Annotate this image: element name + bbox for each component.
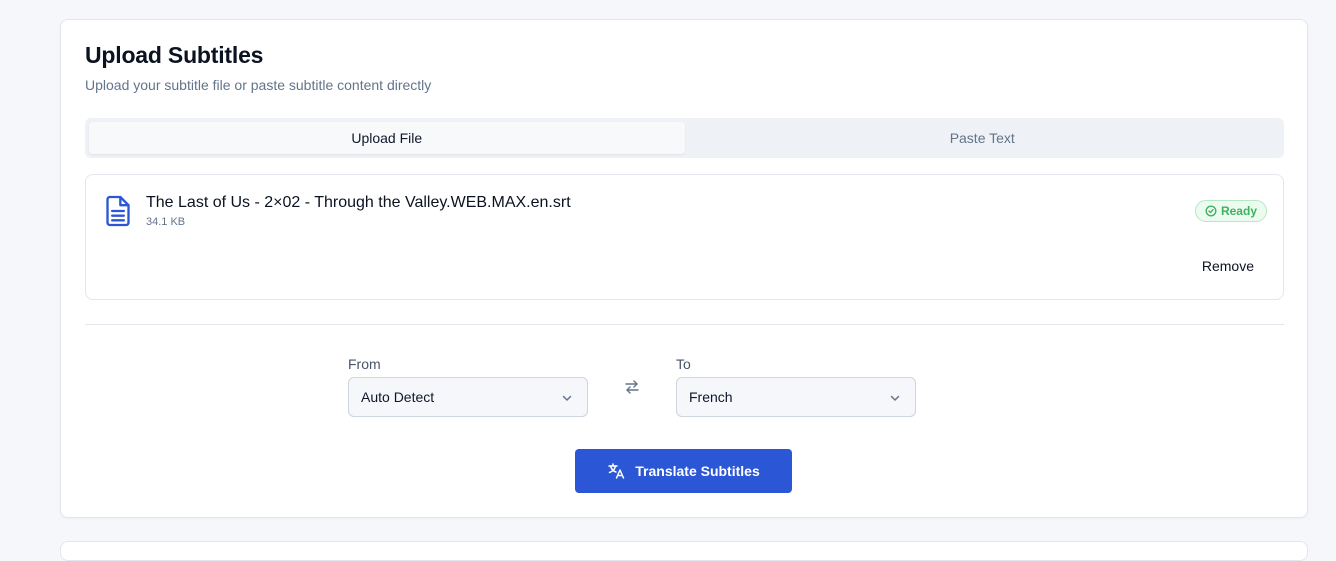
file-size: 34.1 KB xyxy=(146,216,186,228)
section-divider xyxy=(85,324,1284,325)
page-subtitle: Upload your subtitle file or paste subti… xyxy=(85,77,432,93)
translate-icon xyxy=(608,463,625,479)
target-language-select[interactable]: French xyxy=(676,377,916,417)
target-language-value: French xyxy=(689,389,733,405)
swap-languages-icon[interactable] xyxy=(624,379,640,395)
to-label: To xyxy=(676,356,691,372)
status-badge-label: Ready xyxy=(1220,204,1257,218)
uploaded-file-item: The Last of Us - 2×02 - Through the Vall… xyxy=(85,174,1284,300)
tab-list: Upload File Paste Text xyxy=(85,118,1284,158)
page-title: Upload Subtitles xyxy=(85,42,264,68)
translate-subtitles-button[interactable]: Translate Subtitles xyxy=(575,449,792,493)
source-language-select[interactable]: Auto Detect xyxy=(348,377,588,417)
source-language-value: Auto Detect xyxy=(361,389,435,405)
file-name: The Last of Us - 2×02 - Through the Vall… xyxy=(146,194,571,211)
from-label: From xyxy=(348,356,381,372)
status-badge: Ready xyxy=(1194,200,1267,222)
next-card xyxy=(60,541,1308,561)
remove-file-button[interactable]: Remove xyxy=(1189,252,1267,280)
tab-upload-file[interactable]: Upload File xyxy=(89,122,685,154)
check-circle-icon xyxy=(1205,205,1217,217)
tab-paste-text[interactable]: Paste Text xyxy=(685,122,1281,154)
chevron-down-icon xyxy=(890,395,900,401)
translate-button-label: Translate Subtitles xyxy=(635,463,760,479)
file-text-icon xyxy=(106,195,130,227)
upload-subtitles-card: Upload Subtitles Upload your subtitle fi… xyxy=(60,19,1308,518)
chevron-down-icon xyxy=(562,395,572,401)
